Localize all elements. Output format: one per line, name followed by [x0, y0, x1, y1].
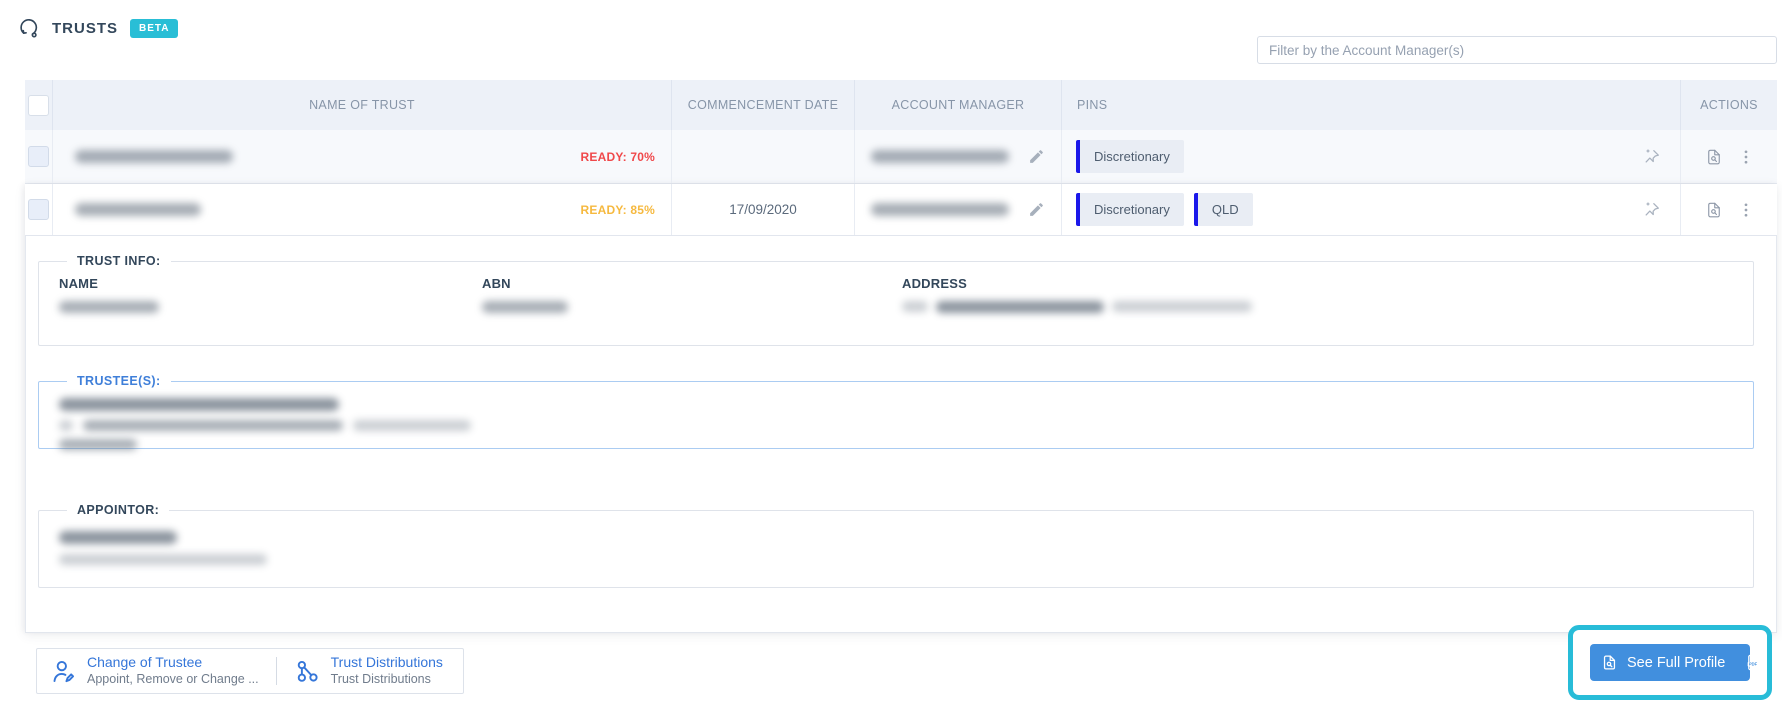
- table-row[interactable]: READY: 70% Discretionary: [25, 130, 1777, 184]
- action-title: Change of Trustee: [87, 654, 203, 671]
- redacted-account-manager: [871, 150, 1009, 163]
- table-row-expanded[interactable]: READY: 85% 17/09/2020 Discretionary QLD: [25, 184, 1777, 236]
- edit-pencil-icon[interactable]: [1028, 201, 1045, 218]
- expanded-row-wrap: READY: 85% 17/09/2020 Discretionary QLD: [25, 184, 1777, 632]
- redacted-abn-value: [482, 301, 568, 313]
- redacted-appointor-address: [59, 554, 267, 565]
- trustees-legend: TRUSTEE(S):: [77, 374, 161, 388]
- abn-label: ABN: [482, 276, 511, 291]
- trusts-table: NAME OF TRUST COMMENCEMENT DATE ACCOUNT …: [25, 80, 1777, 712]
- col-header-pins: PINS: [1062, 80, 1681, 130]
- redacted-trust-name: [75, 203, 201, 216]
- footer-divider: [275, 657, 277, 685]
- action-subtitle: Appoint, Remove or Change ...: [87, 671, 259, 686]
- col-header-account-manager: ACCOUNT MANAGER: [855, 80, 1062, 130]
- name-label: NAME: [59, 276, 99, 291]
- detail-footer: Change of Trustee Appoint, Remove or Cha…: [25, 625, 1777, 712]
- trustees-section: TRUSTEE(S):: [38, 374, 1754, 450]
- trust-info-legend: TRUST INFO:: [77, 254, 161, 268]
- file-search-icon[interactable]: [1705, 148, 1723, 166]
- user-edit-icon: [50, 658, 77, 685]
- col-header-actions: ACTIONS: [1700, 98, 1758, 112]
- trust-detail-panel: TRUST INFO: NAME ABN ADDRESS TRUSTEE(S):…: [25, 236, 1777, 632]
- topbar: TRUSTS BETA: [0, 0, 1782, 80]
- pin-tag[interactable]: QLD: [1193, 193, 1253, 226]
- distributions-icon: [294, 658, 321, 685]
- account-manager-filter-input[interactable]: [1257, 36, 1777, 64]
- redacted-trustee-address: [59, 420, 1733, 431]
- pin-tag[interactable]: Discretionary: [1076, 193, 1184, 226]
- commencement-date: 17/09/2020: [729, 202, 797, 217]
- action-title: Trust Distributions: [330, 654, 443, 671]
- row-checkbox[interactable]: [28, 146, 49, 167]
- change-of-trustee-action[interactable]: Change of Trustee Appoint, Remove or Cha…: [50, 654, 259, 687]
- ready-status: READY: 70%: [580, 149, 655, 164]
- ready-status: READY: 85%: [580, 202, 655, 217]
- page-title: TRUSTS: [52, 19, 118, 37]
- title-group: TRUSTS BETA: [18, 17, 179, 39]
- file-search-icon: [1601, 654, 1618, 671]
- trusts-icon: [18, 17, 40, 39]
- pdf-icon: PDF: [1745, 653, 1764, 672]
- pin-star-icon[interactable]: [1642, 147, 1662, 167]
- action-subtitle: Trust Distributions: [330, 671, 431, 686]
- redacted-trustee-detail: [59, 439, 137, 450]
- pin-tag[interactable]: Discretionary: [1076, 140, 1184, 173]
- col-header-name-of-trust: NAME OF TRUST: [53, 80, 672, 130]
- trust-actions-box: Change of Trustee Appoint, Remove or Cha…: [36, 648, 464, 694]
- see-full-profile-label: See Full Profile: [1627, 654, 1726, 671]
- appointor-section: APPOINTOR:: [38, 503, 1754, 588]
- redacted-account-manager: [871, 203, 1009, 216]
- highlight-ring: See Full Profile PDF: [1568, 625, 1772, 700]
- redacted-trustee-name: [59, 398, 339, 411]
- pin-star-icon[interactable]: [1642, 200, 1662, 220]
- redacted-name-value: [59, 301, 159, 313]
- file-search-icon[interactable]: [1705, 201, 1723, 219]
- redacted-address-value: [902, 301, 1733, 313]
- see-full-profile-button[interactable]: See Full Profile PDF: [1590, 644, 1762, 681]
- address-label: ADDRESS: [902, 276, 967, 291]
- trust-info-section: TRUST INFO: NAME ABN ADDRESS: [38, 254, 1754, 346]
- edit-pencil-icon[interactable]: [1028, 148, 1045, 165]
- row-checkbox[interactable]: [28, 199, 49, 220]
- kebab-menu-icon[interactable]: [1738, 149, 1754, 165]
- col-header-commencement-date: COMMENCEMENT DATE: [672, 80, 855, 130]
- table-header-row: NAME OF TRUST COMMENCEMENT DATE ACCOUNT …: [25, 80, 1777, 130]
- beta-badge: BETA: [130, 18, 179, 38]
- select-all-checkbox[interactable]: [28, 94, 49, 116]
- trust-distributions-action[interactable]: Trust Distributions Trust Distributions: [294, 654, 443, 687]
- trusts-page: TRUSTS BETA NAME OF TRUST COMMENCEMENT D…: [0, 0, 1782, 712]
- kebab-menu-icon[interactable]: [1738, 202, 1754, 218]
- svg-text:PDF: PDF: [1749, 662, 1758, 667]
- redacted-appointor-name: [59, 531, 177, 544]
- redacted-trust-name: [75, 150, 233, 163]
- appointor-legend: APPOINTOR:: [77, 503, 160, 517]
